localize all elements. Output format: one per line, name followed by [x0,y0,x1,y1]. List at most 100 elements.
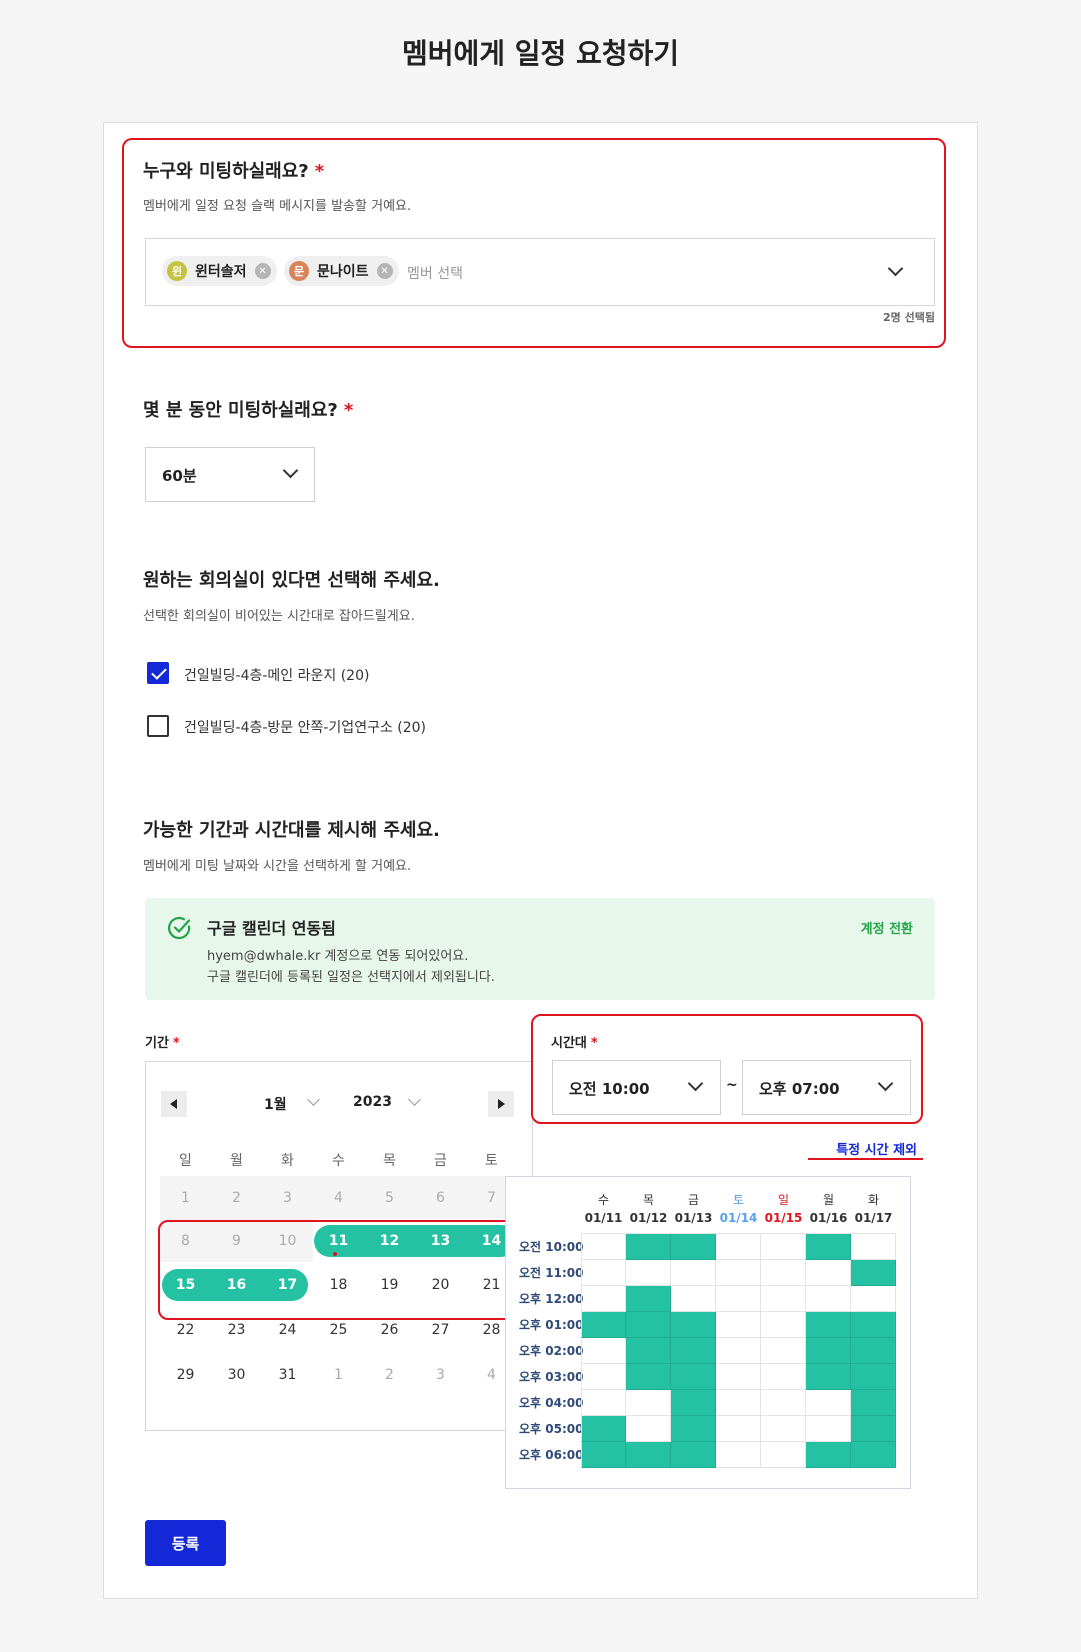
grid-slot[interactable] [716,1338,761,1364]
gcal-line1: hyem@dwhale.kr 계정으로 연동 되어있어요. [207,949,469,964]
grid-slot-available[interactable] [806,1234,851,1260]
grid-slot-available[interactable] [851,1390,896,1416]
grid-slot-available[interactable] [671,1364,716,1390]
grid-slot-available[interactable] [671,1416,716,1442]
grid-slot-available[interactable] [626,1364,671,1390]
grid-slot[interactable] [761,1338,806,1364]
grid-slot[interactable] [761,1442,806,1468]
grid-slot-available[interactable] [626,1286,671,1312]
calendar-day[interactable]: 31 [262,1357,313,1393]
switch-account-link[interactable]: 계정 전환 [861,918,913,937]
grid-slot-available[interactable] [671,1338,716,1364]
start-time-select[interactable]: 오전 10:00 [552,1060,721,1115]
grid-slot[interactable] [581,1234,626,1260]
grid-slot[interactable] [851,1286,896,1312]
grid-slot[interactable] [716,1312,761,1338]
next-month-button[interactable] [488,1091,514,1117]
grid-day-dow: 월 [822,1193,835,1207]
chevron-down-icon[interactable] [887,260,904,277]
remove-chip-icon[interactable]: ✕ [254,263,271,279]
chevron-down-icon [877,1075,894,1092]
grid-slot[interactable] [806,1390,851,1416]
grid-slot[interactable] [806,1416,851,1442]
grid-slot[interactable] [671,1286,716,1312]
grid-slot-available[interactable] [626,1338,671,1364]
grid-slot-available[interactable] [581,1312,626,1338]
grid-slot-available[interactable] [671,1442,716,1468]
grid-slot[interactable] [761,1260,806,1286]
grid-slot-available[interactable] [626,1312,671,1338]
grid-slot[interactable] [851,1234,896,1260]
grid-slot-available[interactable] [581,1416,626,1442]
grid-slot-available[interactable] [851,1364,896,1390]
grid-slot-available[interactable] [851,1416,896,1442]
grid-slot[interactable] [761,1364,806,1390]
member-chip-2: 문 문나이트 ✕ [284,256,399,286]
grid-day-date: 01/17 [854,1211,893,1225]
member-select[interactable]: 윈 윈터솔저 ✕ 문 문나이트 ✕ 멤버 선택 [145,238,935,306]
grid-slot[interactable] [581,1338,626,1364]
who-title-text: 누구와 미팅하실래요? [143,161,309,182]
grid-slot-available[interactable] [626,1234,671,1260]
prev-month-button[interactable] [161,1091,187,1117]
calendar-day[interactable]: 29 [160,1357,211,1393]
grid-slot[interactable] [761,1390,806,1416]
grid-slot[interactable] [626,1416,671,1442]
room-checkbox-1[interactable] [147,662,169,684]
calendar-day[interactable]: 30 [211,1357,262,1393]
grid-slot-available[interactable] [851,1442,896,1468]
room-option-label-1[interactable]: 건일빌딩-4층-메인 라운지 (20) [184,665,369,685]
month-select[interactable]: 1월 [264,1094,287,1114]
grid-slot[interactable] [761,1286,806,1312]
grid-slot-available[interactable] [581,1442,626,1468]
grid-slot[interactable] [806,1260,851,1286]
exclude-time-button[interactable]: 특정 시간 제외 [807,1139,917,1158]
grid-day-date: 01/13 [674,1211,713,1225]
grid-slot[interactable] [716,1442,761,1468]
grid-slot[interactable] [671,1260,716,1286]
grid-slot[interactable] [626,1390,671,1416]
duration-select[interactable]: 60분 [145,447,315,502]
year-select[interactable]: 2023 [353,1094,392,1110]
period-title: 가능한 기간과 시간대를 제시해 주세요. [143,820,440,841]
calendar-day: 5 [385,1190,394,1206]
grid-slot-available[interactable] [806,1442,851,1468]
chevron-down-icon[interactable] [307,1093,320,1106]
grid-slot[interactable] [716,1416,761,1442]
grid-slot[interactable] [581,1364,626,1390]
grid-slot[interactable] [716,1364,761,1390]
grid-slot-available[interactable] [851,1312,896,1338]
grid-slot[interactable] [806,1286,851,1312]
arrow-left-icon [170,1099,177,1109]
grid-slot-available[interactable] [671,1312,716,1338]
member-search-placeholder[interactable]: 멤버 선택 [407,263,463,283]
remove-chip-icon[interactable]: ✕ [376,263,393,279]
grid-slot-available[interactable] [806,1364,851,1390]
grid-slot-available[interactable] [626,1442,671,1468]
required-mark: * [343,400,354,421]
grid-slot-available[interactable] [806,1338,851,1364]
grid-day-date: 01/16 [809,1211,848,1225]
grid-slot[interactable] [716,1390,761,1416]
grid-slot-available[interactable] [806,1312,851,1338]
grid-slot-available[interactable] [851,1260,896,1286]
grid-slot-available[interactable] [671,1234,716,1260]
grid-slot-available[interactable] [851,1338,896,1364]
grid-slot[interactable] [761,1416,806,1442]
end-time-select[interactable]: 오후 07:00 [742,1060,911,1115]
grid-slot[interactable] [761,1312,806,1338]
room-option-label-2[interactable]: 건일빌딩-4층-방문 안쪽-기업연구소 (20) [184,717,426,737]
chevron-down-icon[interactable] [408,1093,421,1106]
submit-button[interactable]: 등록 [145,1520,226,1566]
grid-slot[interactable] [581,1286,626,1312]
grid-slot[interactable] [716,1234,761,1260]
grid-slot[interactable] [581,1260,626,1286]
grid-slot[interactable] [716,1260,761,1286]
grid-slot[interactable] [716,1286,761,1312]
who-title: 누구와 미팅하실래요? * [143,157,324,183]
grid-slot[interactable] [761,1234,806,1260]
grid-slot-available[interactable] [671,1390,716,1416]
room-checkbox-2[interactable] [147,715,169,737]
grid-slot[interactable] [581,1390,626,1416]
grid-slot[interactable] [626,1260,671,1286]
